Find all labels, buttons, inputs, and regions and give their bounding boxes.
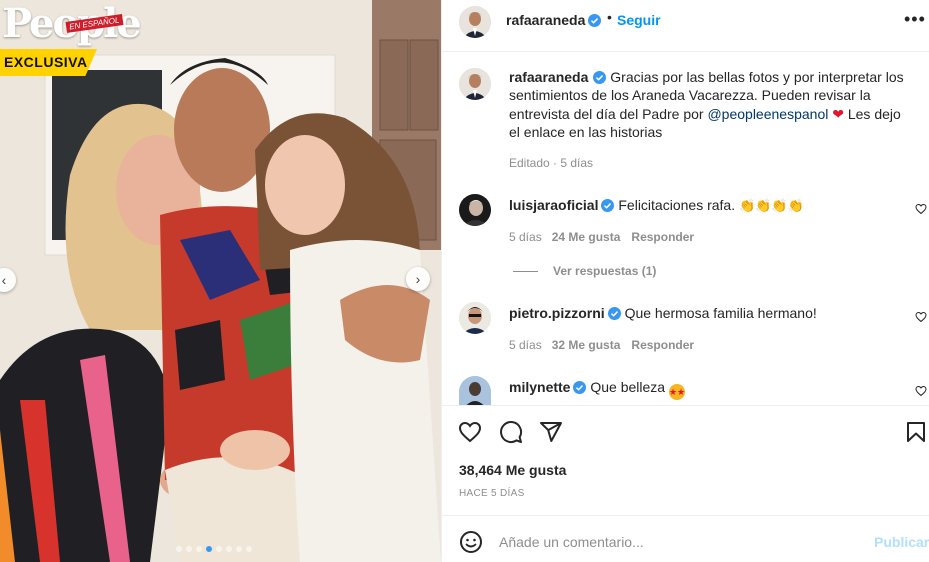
- actions-divider: [442, 405, 929, 406]
- post-photo[interactable]: People EN ESPAÑOL EXCLUSIVA ‹ ›: [0, 0, 441, 562]
- comment-like-heart-icon[interactable]: [915, 385, 927, 397]
- comment: pietro.pizzorni Que hermosa familia herm…: [509, 305, 817, 321]
- view-replies-button[interactable]: Ver respuestas (1): [513, 264, 656, 278]
- comment-text: Que hermosa familia hermano!: [624, 305, 817, 321]
- comment-text: Que belleza: [590, 379, 666, 395]
- carousel-dot: [226, 546, 232, 552]
- next-slide-button[interactable]: ›: [406, 267, 430, 291]
- comment-avatar[interactable]: [459, 376, 491, 405]
- instagram-post-modal: People EN ESPAÑOL EXCLUSIVA ‹ › rafaaran…: [0, 0, 929, 562]
- heart-icon[interactable]: [458, 420, 482, 444]
- caption-mention-link[interactable]: @peopleenespanol: [707, 106, 828, 122]
- comment-username[interactable]: luisjaraoficial: [509, 197, 598, 213]
- comment: luisjaraoficial Felicitaciones rafa. 👏👏👏…: [509, 197, 804, 214]
- carousel-dot: [196, 546, 202, 552]
- carousel-dot: [216, 546, 222, 552]
- comment-meta: 5 días 32 Me gusta Responder: [509, 338, 694, 352]
- comment-input[interactable]: [499, 532, 869, 552]
- carousel-dot: [186, 546, 192, 552]
- comment-avatar[interactable]: [459, 302, 491, 334]
- send-icon[interactable]: [539, 420, 563, 444]
- comment-box-divider: [442, 515, 929, 516]
- verified-badge-icon: [593, 71, 607, 84]
- comment-like-heart-icon[interactable]: [915, 311, 927, 323]
- verified-badge-icon: [607, 307, 621, 320]
- post-details-panel: rafaaraneda • Seguir ••• rafaaraneda Gra…: [441, 0, 929, 562]
- caption-meta: Editado · 5 días: [509, 156, 594, 170]
- likes-count[interactable]: 38,464 Me gusta: [459, 462, 566, 478]
- post-timestamp: HACE 5 DÍAS: [459, 488, 525, 499]
- comment: milynette Que belleza ★★: [509, 379, 685, 400]
- post-caption: rafaaraneda Gracias por las bellas fotos…: [509, 68, 914, 141]
- post-header: rafaaraneda • Seguir •••: [442, 0, 929, 40]
- comment-username[interactable]: milynette: [509, 379, 570, 395]
- comment-likes-count[interactable]: 32 Me gusta: [552, 338, 621, 352]
- star-struck-emoji-icon: ★★: [668, 384, 685, 400]
- carousel-dot: [236, 546, 242, 552]
- carousel-indicator: [176, 546, 252, 552]
- clapping-hands-emoji-icon: 👏👏👏👏: [738, 198, 804, 213]
- comment-icon[interactable]: [499, 420, 523, 444]
- carousel-dot: [206, 546, 212, 552]
- verified-badge-icon: [601, 199, 615, 212]
- comment-like-heart-icon[interactable]: [915, 203, 927, 215]
- comment-avatar[interactable]: [459, 194, 491, 226]
- header-separator: •: [607, 9, 612, 25]
- bookmark-icon[interactable]: [904, 420, 928, 444]
- verified-badge-icon: [573, 381, 587, 394]
- follow-button[interactable]: Seguir: [617, 12, 661, 28]
- comment-username[interactable]: pietro.pizzorni: [509, 305, 605, 321]
- comment-meta: 5 días 24 Me gusta Responder: [509, 230, 694, 244]
- reply-button[interactable]: Responder: [631, 338, 694, 352]
- chevron-left-icon: ‹: [1, 272, 7, 288]
- more-options-icon[interactable]: •••: [904, 10, 926, 28]
- comment-time: 5 días: [509, 230, 542, 244]
- replies-line: [513, 271, 538, 273]
- caption-username[interactable]: rafaaraneda: [509, 69, 588, 85]
- comment-time: 5 días: [509, 338, 542, 352]
- family-photo-illustration: [0, 0, 441, 562]
- carousel-dot: [176, 546, 182, 552]
- brand-logo: People EN ESPAÑOL: [0, 2, 142, 46]
- author-avatar[interactable]: [459, 6, 491, 38]
- author-username-row: rafaaraneda: [506, 12, 602, 28]
- carousel-dot: [246, 546, 252, 552]
- comment-text: Felicitaciones rafa.: [618, 197, 736, 213]
- verified-badge-icon: [588, 14, 602, 27]
- caption-author-avatar[interactable]: [459, 68, 491, 100]
- publish-button[interactable]: Publicar: [874, 534, 929, 550]
- view-replies-label: Ver respuestas (1): [553, 264, 657, 278]
- header-divider: [442, 51, 929, 52]
- exclusive-banner: EXCLUSIVA: [0, 49, 97, 76]
- comment-likes-count[interactable]: 24 Me gusta: [552, 230, 621, 244]
- reply-button[interactable]: Responder: [631, 230, 694, 244]
- author-username[interactable]: rafaaraneda: [506, 12, 585, 28]
- chevron-right-icon: ›: [415, 271, 421, 287]
- emoji-icon[interactable]: [459, 530, 483, 554]
- red-heart-emoji-icon: ❤: [832, 105, 844, 122]
